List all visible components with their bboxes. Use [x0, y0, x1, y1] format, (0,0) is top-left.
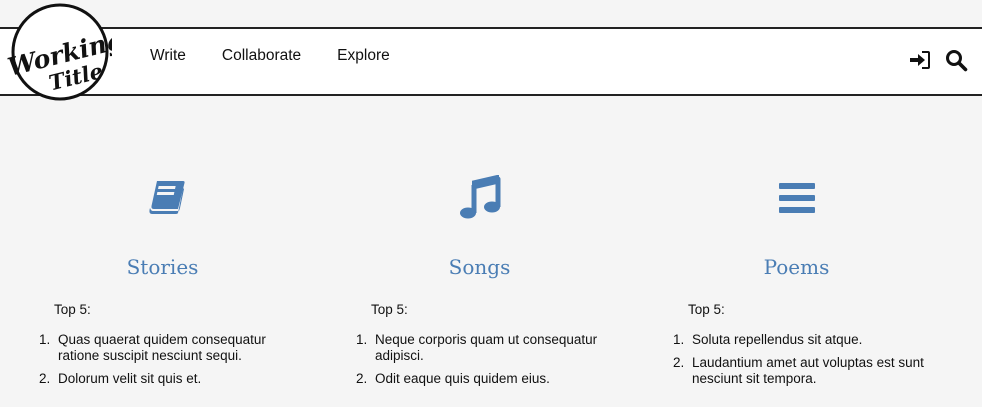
list-item[interactable]: Soluta repellendus sit atque.	[688, 332, 928, 348]
top-label: Top 5:	[688, 302, 725, 317]
book-icon	[148, 181, 185, 214]
list-item[interactable]: Odit eaque quis quidem eius.	[371, 371, 611, 387]
nav-link-collaborate[interactable]: Collaborate	[222, 47, 301, 65]
category-title-songs[interactable]: Songs	[321, 255, 638, 281]
list-item[interactable]: Quas quaerat quidem consequatur ratione …	[54, 332, 294, 364]
category-title-poems[interactable]: Poems	[638, 255, 955, 281]
top-list: Soluta repellendus sit atque. Laudantium…	[638, 332, 928, 387]
lines-icon	[778, 183, 815, 213]
top-label: Top 5:	[371, 302, 408, 317]
nav-icons	[896, 48, 968, 72]
sign-in-icon[interactable]	[908, 48, 932, 72]
list-item[interactable]: Laudantium amet aut voluptas est sunt ne…	[688, 355, 928, 387]
top-list: Quas quaerat quidem consequatur ratione …	[4, 332, 294, 387]
category-title-stories[interactable]: Stories	[4, 255, 321, 281]
search-icon[interactable]	[944, 48, 968, 72]
navbar: Write Collaborate Explore	[0, 27, 982, 96]
list-item[interactable]: Dolorum velit sit quis et.	[54, 371, 294, 387]
nav-link-write[interactable]: Write	[150, 47, 186, 65]
nav-links: Write Collaborate Explore	[150, 47, 426, 65]
category-songs: Songs Top 5: Neque corporis quam ut cons…	[321, 175, 638, 394]
category-stories: Stories Top 5: Quas quaerat quidem conse…	[4, 175, 321, 394]
nav-link-explore[interactable]: Explore	[337, 47, 390, 65]
music-note-icon	[459, 175, 500, 219]
list-item[interactable]: Neque corporis quam ut consequatur adipi…	[371, 332, 611, 364]
working-title-logo[interactable]: Working Title	[2, 2, 112, 104]
category-poems: Poems Top 5: Soluta repellendus sit atqu…	[638, 175, 955, 394]
top-label: Top 5:	[54, 302, 91, 317]
top-list: Neque corporis quam ut consequatur adipi…	[321, 332, 611, 387]
